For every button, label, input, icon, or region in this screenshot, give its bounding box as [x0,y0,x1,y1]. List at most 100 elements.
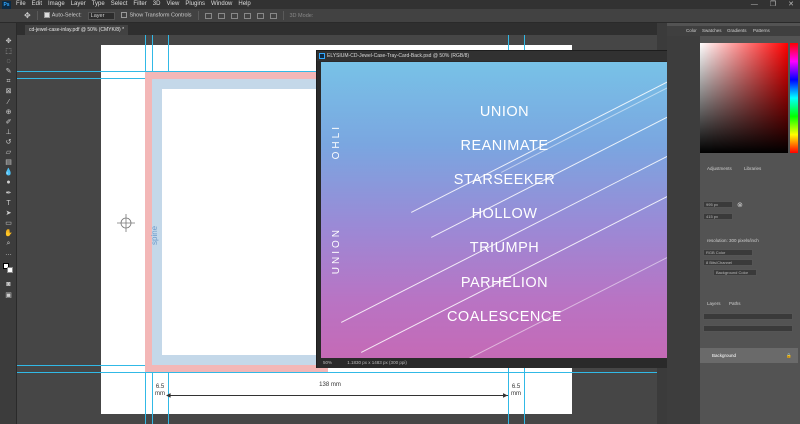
floating-window-title: ELYSIUM-CD-Jewel-Case-Tray-Card-Back.psd… [327,53,470,59]
align-center-icon[interactable] [217,12,225,19]
crop-icon[interactable]: ⌗ [4,78,13,85]
stamp-icon[interactable]: ⊥ [4,129,13,136]
more-tools-icon[interactable]: … [4,250,13,257]
checkbox-icon [43,12,50,19]
color-mode-select[interactable]: RGB Color [703,249,753,256]
menu-bar: Ps File Edit Image Layer Type Select Fil… [0,0,800,9]
menu-edit[interactable]: Edit [29,0,45,9]
align-right-icon[interactable] [230,12,238,19]
tab-adjustments[interactable]: Adjustments [707,166,732,171]
link-icon[interactable]: ⊗ [737,201,743,209]
eraser-icon[interactable]: ▱ [4,149,13,156]
minimize-icon[interactable]: — [751,0,758,9]
menu-view[interactable]: View [163,0,182,9]
layer-name: Background [712,353,737,358]
spine-text-left-top: OHLI [331,124,342,160]
align-bottom-icon[interactable] [269,12,277,19]
zoom-icon[interactable]: ⌕ [4,240,13,247]
track-title: REANIMATE [460,138,549,154]
tray-card-artwork[interactable]: UNION REANIMATE STARSEEKER HOLLOW TRIUMP… [321,62,688,358]
menu-image[interactable]: Image [45,0,68,9]
eyedropper-icon[interactable]: ⁄ [4,99,13,106]
floating-document-window[interactable]: ELYSIUM-CD-Jewel-Case-Tray-Card-Back.psd… [316,50,706,368]
type-icon[interactable]: T [4,200,13,207]
tab-libraries[interactable]: Libraries [744,166,761,171]
hue-slider[interactable] [790,43,798,153]
options-bar: ✥ Auto-Select: Layer Show Transform Cont… [0,9,800,23]
align-top-icon[interactable] [243,12,251,19]
track-title: COALESCENCE [446,309,563,325]
document-tab-bar: cd-jewel-case-inlay.pdf @ 50% (CMYK/8) * [17,23,657,35]
quick-select-icon[interactable]: ✎ [4,68,13,75]
tab-patterns[interactable]: Patterns [753,27,770,35]
screen-mode-icon[interactable]: ▣ [4,292,13,299]
dim-left-unit: mm [155,391,165,397]
menu-select[interactable]: Select [108,0,131,9]
track-title: UNION [479,104,530,120]
floating-window-status-bar: 50% 1.1830 px x 1483 px (300 ppi) [317,358,705,368]
menu-layer[interactable]: Layer [68,0,89,9]
frame-icon[interactable]: ⊠ [4,88,13,95]
menu-file[interactable]: File [13,0,29,9]
registration-mark-icon [117,214,135,232]
menu-window[interactable]: Window [208,0,235,9]
lasso-icon[interactable]: ◌ [4,58,13,65]
align-middle-icon[interactable] [256,12,264,19]
tab-swatches[interactable]: Swatches [702,27,722,35]
tab-paths[interactable]: Paths [729,301,741,306]
background-color-swatch[interactable] [7,267,13,273]
photoshop-window: Ps File Edit Image Layer Type Select Fil… [0,0,800,424]
healing-icon[interactable]: ⊕ [4,109,13,116]
menu-3d[interactable]: 3D [150,0,164,9]
tab-gradients[interactable]: Gradients [727,27,747,35]
blend-mode-select[interactable] [703,325,793,332]
photoshop-logo-icon: Ps [2,0,11,9]
maximize-icon[interactable]: ❐ [770,0,776,9]
menu-plugins[interactable]: Plugins [182,0,208,9]
3d-mode-label: 3D Mode: [289,12,314,19]
marquee-icon[interactable]: ⬚ [4,48,13,55]
auto-select-dropdown[interactable]: Layer [87,11,116,20]
align-left-icon[interactable] [204,12,212,19]
pen-icon[interactable]: ✒ [4,190,13,197]
content-area [162,89,328,355]
layer-filter[interactable] [703,313,793,320]
width-field[interactable]: 995 px [703,201,733,208]
move-tool-icon[interactable]: ✥ [24,11,31,20]
auto-select-label: Auto-Select: [51,12,82,19]
color-picker-field[interactable] [700,43,788,153]
tab-document[interactable]: cd-jewel-case-inlay.pdf @ 50% (CMYK/8) * [25,25,129,35]
lock-icon: 🔒 [786,353,792,358]
history-brush-icon[interactable]: ↺ [4,139,13,146]
layer-row[interactable]: Background 🔒 [700,348,798,363]
close-icon[interactable]: ✕ [788,0,794,9]
floating-window-titlebar[interactable]: ELYSIUM-CD-Jewel-Case-Tray-Card-Back.psd… [317,51,705,61]
path-select-icon[interactable]: ➤ [4,210,13,217]
tab-layers[interactable]: Layers [707,301,721,306]
tools-panel: ✥ ⬚ ◌ ✎ ⌗ ⊠ ⁄ ⊕ ✐ ⊥ ↺ ▱ ▤ 💧 ● ✒ T ➤ ▭ ✋ … [0,23,17,424]
auto-select-checkbox[interactable]: Auto-Select: [43,12,82,19]
dimension-line [168,395,508,396]
track-title: HOLLOW [471,206,538,222]
track-title: STARSEEKER [453,172,556,188]
hand-icon[interactable]: ✋ [4,230,13,237]
height-field[interactable]: 415 px [703,213,733,220]
menu-type[interactable]: Type [89,0,108,9]
bit-depth-select[interactable]: 8 Bits/Channel [703,259,753,266]
zoom-level[interactable]: 50% [323,360,332,365]
collapsed-panel-dock[interactable] [667,36,700,424]
rectangle-icon[interactable]: ▭ [4,220,13,227]
gradient-icon[interactable]: ▤ [4,159,13,166]
quick-mask-icon[interactable]: ◙ [4,281,13,288]
brush-icon[interactable]: ✐ [4,119,13,126]
track-title: PARHELION [460,275,549,291]
show-transform-checkbox[interactable]: Show Transform Controls [121,12,192,19]
tab-color[interactable]: Color [686,27,697,35]
show-transform-label: Show Transform Controls [129,12,192,19]
blur-icon[interactable]: 💧 [4,169,13,176]
move-icon[interactable]: ✥ [4,38,13,45]
menu-help[interactable]: Help [235,0,253,9]
dodge-icon[interactable]: ● [4,179,13,186]
background-color-select[interactable]: Background Color [713,269,757,276]
menu-filter[interactable]: Filter [130,0,149,9]
